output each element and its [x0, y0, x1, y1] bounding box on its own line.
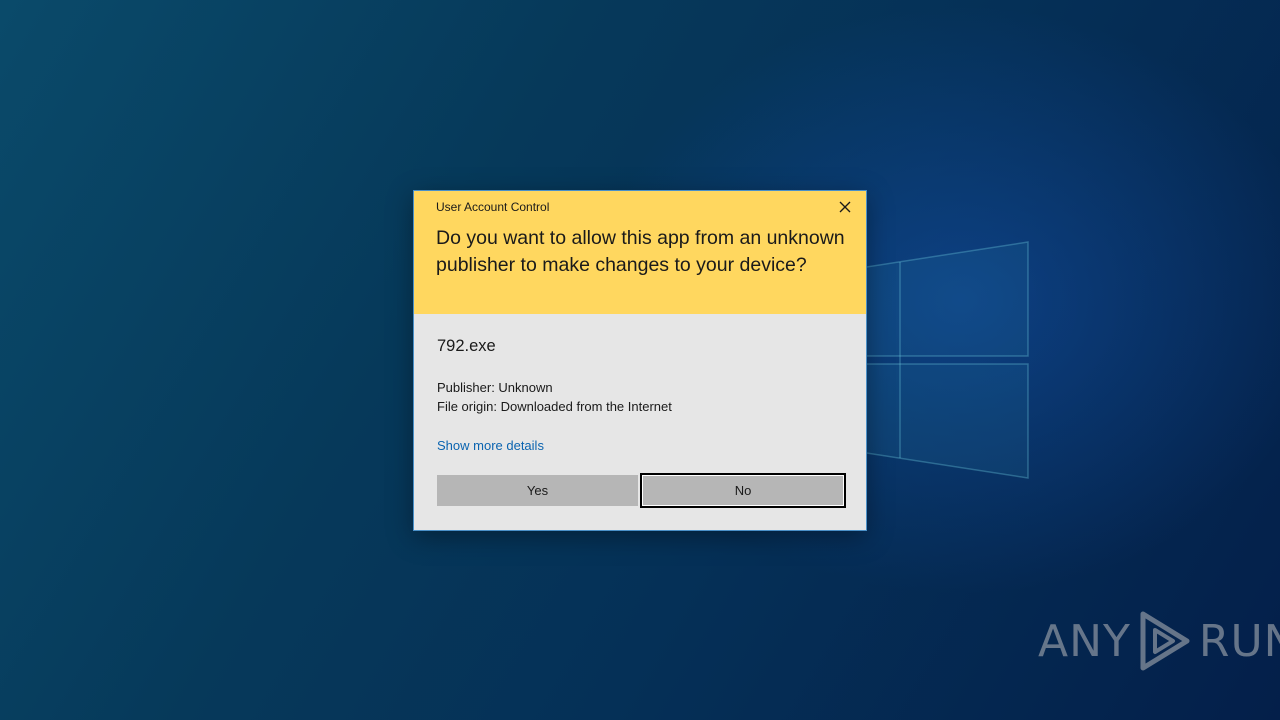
uac-body: 792.exe Publisher: Unknown File origin: …: [414, 314, 866, 529]
dialog-question: Do you want to allow this app from an un…: [436, 227, 845, 276]
play-logo-icon: [1140, 611, 1190, 671]
watermark-text-left: ANY: [1038, 615, 1131, 667]
anyrun-watermark: ANY RUN: [1038, 606, 1280, 676]
uac-header: User Account Control Do you want to allo…: [414, 191, 866, 314]
publisher-info: Publisher: Unknown: [437, 380, 553, 395]
show-more-details-link[interactable]: Show more details: [437, 438, 544, 453]
dialog-title: User Account Control: [436, 200, 550, 214]
watermark-text-right: RUN: [1198, 615, 1280, 667]
windows-logo-icon: [860, 241, 1029, 479]
file-origin-info: File origin: Downloaded from the Interne…: [437, 399, 672, 414]
no-button[interactable]: No: [640, 473, 846, 508]
close-icon: [839, 201, 851, 213]
close-button[interactable]: [832, 196, 858, 218]
desktop-background: ANY RUN User Account Control Do you want…: [0, 0, 1280, 720]
yes-button[interactable]: Yes: [437, 475, 638, 506]
app-name: 792.exe: [437, 337, 496, 355]
uac-dialog: User Account Control Do you want to allo…: [413, 190, 867, 531]
